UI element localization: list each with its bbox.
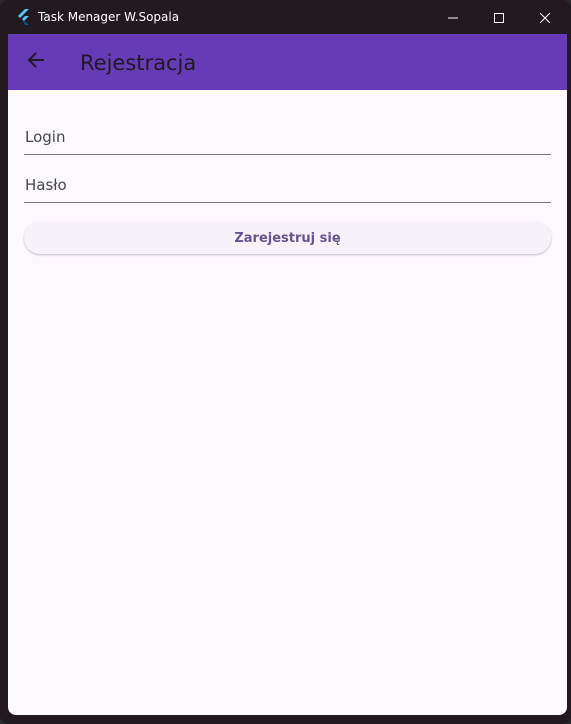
minimize-button[interactable] <box>430 0 476 34</box>
page-title: Rejestracja <box>80 51 197 75</box>
register-button-label: Zarejestruj się <box>234 230 341 246</box>
register-button[interactable]: Zarejestruj się <box>24 222 551 254</box>
arrow-back-icon <box>26 50 46 74</box>
maximize-button[interactable] <box>476 0 522 34</box>
minimize-icon <box>448 8 458 27</box>
app-window: Task Menager W.Sopala Rejestracja Login … <box>0 0 571 724</box>
app-bar: Rejestracja <box>8 34 567 90</box>
login-input[interactable] <box>24 106 551 154</box>
app-content: Rejestracja Zarejestruj się <box>8 34 567 715</box>
close-button[interactable] <box>522 0 568 34</box>
back-button[interactable] <box>20 46 52 78</box>
password-field-container <box>24 154 551 203</box>
close-icon <box>539 8 551 27</box>
password-input[interactable] <box>24 154 551 202</box>
window-titlebar[interactable]: Task Menager W.Sopala <box>0 0 571 34</box>
maximize-icon <box>494 8 504 27</box>
login-field-container <box>24 106 551 155</box>
flutter-icon <box>16 9 32 25</box>
window-title: Task Menager W.Sopala <box>38 10 180 24</box>
